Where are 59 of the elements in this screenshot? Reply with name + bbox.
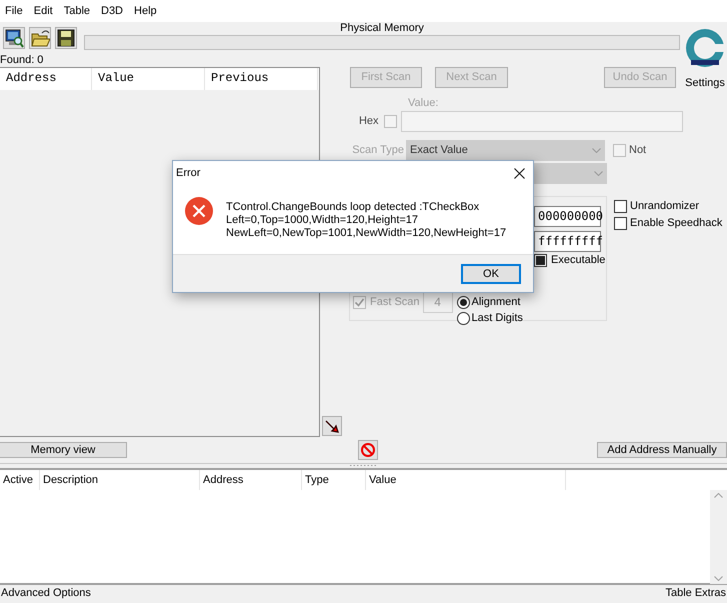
save-icon [56,28,76,48]
advanced-options-link[interactable]: Advanced Options [1,586,91,600]
grip-icon [348,464,378,467]
column-header[interactable]: Type [302,470,366,490]
add-address-button[interactable]: Add Address Manually [597,442,727,458]
fast-scan-label: Fast Scan [370,296,420,309]
column-header[interactable]: Previous [205,68,318,90]
open-folder-icon [30,28,50,48]
start-address-field[interactable]: 000000000 [534,206,601,227]
column-header[interactable]: Active [0,470,40,490]
settings-label[interactable]: Settings [685,77,725,90]
found-label: Found: 0 [0,53,44,67]
open-folder-button[interactable] [29,27,51,49]
no-sign-icon [360,442,376,458]
executable-label: Executable [551,254,606,267]
radio-label: Alignment [472,296,520,308]
save-button[interactable] [55,27,77,49]
radio-label: Last Digits [472,312,523,324]
checkbox[interactable] [613,144,626,157]
stop-address-field[interactable]: fffffffff [534,231,601,252]
column-header[interactable]: Address [0,68,92,90]
checkbox[interactable] [353,296,366,309]
process-icon [4,28,24,48]
option-label: Unrandomizer [630,200,700,213]
arrow-icon [324,418,340,434]
scan-type-label: Scan Type [351,144,405,157]
scan-type-dropdown[interactable]: Exact Value [406,140,605,161]
stop-button[interactable] [358,440,378,460]
hex-label: Hex [358,115,380,128]
column-header[interactable]: Address [200,470,302,490]
process-label: Physical Memory [339,22,425,35]
checkbox[interactable] [534,254,547,267]
checkbox[interactable] [614,217,627,230]
menu-item[interactable]: File [0,4,29,18]
radio-button[interactable] [456,296,470,308]
arrow-button[interactable] [322,416,342,436]
column-header[interactable]: Value [366,470,566,490]
checkbox[interactable] [384,115,397,128]
value-label: Value: [408,97,440,110]
close-icon[interactable] [514,168,525,179]
menu-item[interactable]: D3D [96,4,130,18]
option-label: Enable Speedhack [630,217,722,230]
dialog-title: Error [176,167,200,180]
menu-item[interactable]: Help [129,4,163,18]
column-header[interactable]: Description [40,470,200,490]
ok-button[interactable]: OK [461,264,521,284]
chevron-down-icon [594,171,603,176]
error-icon [184,196,214,226]
checkbox[interactable] [614,200,627,213]
memory-view-button[interactable]: Memory view [0,442,127,458]
error-message: TControl.ChangeBounds loop detected :TCheckBox Left=0,Top=1000,Width=120,Height=17 NewLeft=0,NewTop=1001,NewWidth=120,NewHeight=17 [226,201,506,241]
menu-item[interactable]: Edit [28,4,59,18]
chevron-down-icon [592,148,601,153]
column-header[interactable]: Value [92,68,205,90]
menu-item[interactable]: Table [58,4,96,18]
table-extras-link[interactable]: Table Extras [665,586,726,600]
not-label: Not [629,144,646,157]
process-button[interactable] [3,27,25,49]
radio-button[interactable] [456,312,470,324]
